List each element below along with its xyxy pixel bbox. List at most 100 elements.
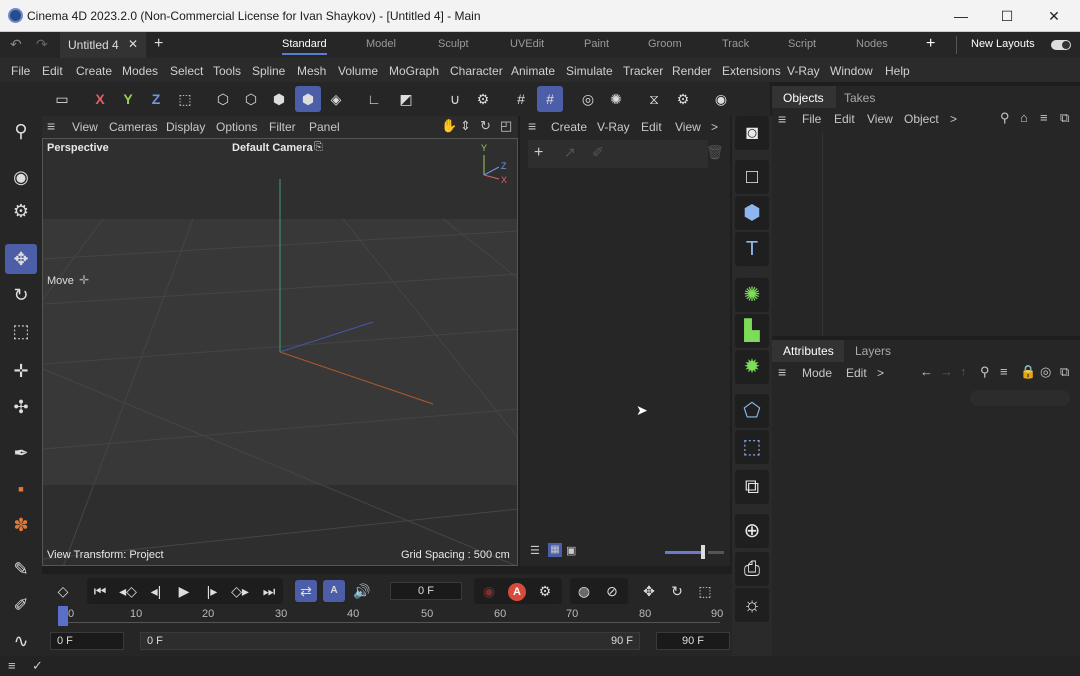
objects-menu-edit[interactable]: Edit <box>834 112 855 126</box>
menu-volume[interactable]: Volume <box>338 64 378 78</box>
playhead[interactable] <box>58 606 68 626</box>
points-mode-icon[interactable]: ⬡ <box>210 86 236 112</box>
content-menu-vray[interactable]: V-Ray <box>597 120 630 134</box>
menu-create[interactable]: Create <box>76 64 112 78</box>
next-key-icon[interactable]: ◇▸ <box>229 580 251 602</box>
menu-tracker[interactable]: Tracker <box>623 64 663 78</box>
viewport-menu-display[interactable]: Display <box>166 120 205 134</box>
maximize-view-icon[interactable]: ◰ <box>500 118 512 134</box>
layout-tab-sculpt[interactable]: Sculpt <box>438 38 469 50</box>
go-to-start-icon[interactable]: ⏮ <box>89 580 111 602</box>
content-menu-create[interactable]: Create <box>551 120 587 134</box>
redo-icon[interactable]: ↷ <box>36 36 48 53</box>
objects-menu-object[interactable]: Object <box>904 112 939 126</box>
uv-mode-icon[interactable]: ◈ <box>323 86 349 112</box>
menu-mesh[interactable]: Mesh <box>297 64 326 78</box>
model-mode-icon[interactable]: ⬢ <box>295 86 321 112</box>
scene-object-icon[interactable]: ⬠ <box>735 394 769 428</box>
new-layouts-toggle[interactable] <box>1051 40 1071 50</box>
orbit-icon[interactable]: ↻ <box>480 118 491 134</box>
menu-mograph[interactable]: MoGraph <box>389 64 439 78</box>
symmetry-icon[interactable]: ⧖ <box>641 86 667 112</box>
attributes-search-field[interactable] <box>970 390 1070 406</box>
z-axis-lock-button[interactable]: Z <box>143 86 169 112</box>
cloner-icon[interactable]: ▙ <box>735 314 769 348</box>
sky-icon[interactable]: ⊕ <box>735 514 769 548</box>
menu-spline[interactable]: Spline <box>252 64 285 78</box>
layout-tab-track[interactable]: Track <box>722 38 749 50</box>
selection-tool-icon[interactable]: ◉ <box>5 162 37 192</box>
subdivision-surface-icon[interactable]: ✺ <box>735 278 769 312</box>
viewport-menu-cameras[interactable]: Cameras <box>109 120 158 134</box>
viewport-hamburger-icon[interactable]: ≡ <box>47 118 55 134</box>
minimize-button[interactable]: — <box>938 4 984 28</box>
grid-icon[interactable]: # <box>508 86 534 112</box>
key-scale-icon[interactable]: ⬚ <box>694 580 716 602</box>
spline-shapes-icon[interactable]: ✽ <box>5 510 37 540</box>
floor-object-icon[interactable]: ⧉ <box>735 470 769 504</box>
menu-help[interactable]: Help <box>885 64 910 78</box>
spline-rectangle-icon[interactable]: ▪ <box>5 474 37 504</box>
null-object-icon[interactable]: □ <box>735 160 769 194</box>
status-menu-icon[interactable]: ≡ <box>8 658 16 673</box>
menu-vray[interactable]: V-Ray <box>787 64 820 78</box>
attributes-menu-mode[interactable]: Mode <box>802 366 832 380</box>
expand-icon[interactable]: ⧉ <box>1060 364 1069 380</box>
spline-pen-icon[interactable]: ✒ <box>5 438 37 468</box>
keyframe-selection-icon[interactable]: ◍ <box>573 580 595 602</box>
layout-tab-groom[interactable]: Groom <box>648 38 682 50</box>
selection-settings-icon[interactable]: ⚙ <box>5 196 37 226</box>
document-close-icon[interactable]: ✕ <box>128 37 138 51</box>
filter-icon[interactable]: ≡ <box>1000 364 1008 379</box>
preview-range-bar[interactable]: 0 F 90 F <box>140 632 640 650</box>
camera-name[interactable]: Default Camera <box>232 142 313 154</box>
menu-character[interactable]: Character <box>450 64 503 78</box>
key-rotation-icon[interactable]: ↻ <box>666 580 688 602</box>
attributes-hamburger-icon[interactable]: ≡ <box>778 364 786 380</box>
content-hamburger-icon[interactable]: ≡ <box>528 118 536 134</box>
sculpt-brush-icon[interactable]: ✐ <box>5 590 37 620</box>
render-settings-icon[interactable]: ✺ <box>603 86 629 112</box>
text-spline-icon[interactable]: T <box>735 232 769 266</box>
undo-icon[interactable]: ↶ <box>10 36 22 53</box>
camera-object-icon[interactable]: ◙ <box>735 116 769 150</box>
paint-brush-icon[interactable]: ✎ <box>5 554 37 584</box>
camera-icon[interactable]: ⎘ <box>314 141 323 154</box>
tab-attributes[interactable]: Attributes <box>783 344 834 358</box>
key-position-icon[interactable]: ✥ <box>638 580 660 602</box>
menu-edit[interactable]: Edit <box>42 64 63 78</box>
grid-view-icon[interactable]: ▦ <box>548 543 562 557</box>
pan-hand-icon[interactable]: ✋ <box>441 118 457 134</box>
search-icon[interactable]: ⚲ <box>1000 110 1010 126</box>
workplane-grid-icon[interactable]: # <box>537 86 563 112</box>
new-document-button[interactable]: + <box>154 35 163 53</box>
snap-settings-icon[interactable]: ⚙ <box>470 86 496 112</box>
render-region-icon[interactable]: ◎ <box>575 86 601 112</box>
menu-window[interactable]: Window <box>830 64 873 78</box>
layout-tab-uvedit[interactable]: UVEdit <box>510 38 544 50</box>
console-icon[interactable]: ▭ <box>49 86 75 112</box>
menu-animate[interactable]: Animate <box>511 64 555 78</box>
environment-icon[interactable]: ⬚ <box>735 430 769 464</box>
maximize-button[interactable]: ☐ <box>984 4 1030 28</box>
start-frame-field[interactable]: 0 F <box>50 632 124 650</box>
rotate-tool-icon[interactable]: ↻ <box>5 280 37 310</box>
objects-menu-view[interactable]: View <box>867 112 893 126</box>
search-icon[interactable]: ⚲ <box>980 364 990 380</box>
previous-frame-icon[interactable]: ◂| <box>145 580 167 602</box>
search-icon[interactable]: ⚲ <box>5 116 37 146</box>
lock-icon[interactable]: 🔒 <box>1020 364 1036 380</box>
zoom-slider-handle[interactable] <box>701 545 705 559</box>
coordinate-system-icon[interactable]: ⬚ <box>172 86 198 112</box>
record-icon[interactable]: ◉ <box>478 580 500 602</box>
layout-tab-standard[interactable]: Standard <box>282 38 327 55</box>
dolly-icon[interactable]: ⇕ <box>460 118 471 134</box>
tweak-mode-icon[interactable]: ◩ <box>393 86 419 112</box>
end-frame-field[interactable]: 90 F <box>656 632 730 650</box>
edges-mode-icon[interactable]: ⬡ <box>238 86 264 112</box>
menu-render[interactable]: Render <box>672 64 711 78</box>
close-button[interactable]: ✕ <box>1031 4 1077 28</box>
viewport[interactable]: Perspective Default Camera ⎘ Y Z X Move … <box>42 138 518 566</box>
attributes-menu-edit[interactable]: Edit <box>846 366 867 380</box>
go-to-end-icon[interactable]: ⏭ <box>258 580 280 602</box>
